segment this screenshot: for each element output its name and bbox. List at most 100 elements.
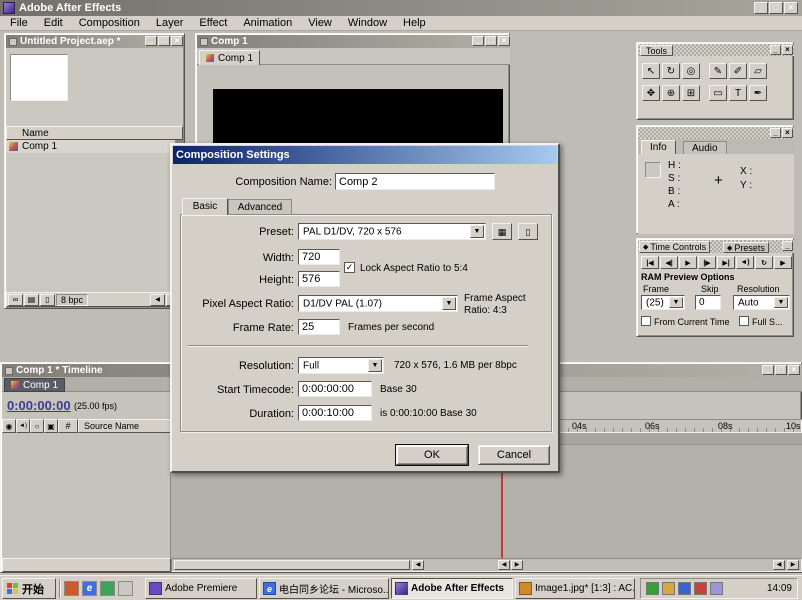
comp-maximize-icon[interactable]: □	[485, 36, 497, 46]
width-input[interactable]	[298, 249, 340, 265]
tab-presets[interactable]: ◆ Presets	[723, 242, 769, 253]
menu-animation[interactable]: Animation	[235, 16, 300, 30]
project-scroll-left-icon[interactable]: ◀	[150, 294, 165, 306]
tray-volume-icon[interactable]	[710, 582, 723, 595]
menu-file[interactable]: File	[2, 16, 36, 30]
dropdown-arrow-icon-2[interactable]: ▼	[774, 297, 788, 308]
timeline-maximize-icon[interactable]: □	[775, 365, 787, 375]
time-controls-collapse-icon[interactable]: _	[782, 241, 793, 251]
tab-info[interactable]: Info	[641, 140, 676, 154]
project-maximize-icon[interactable]: □	[158, 36, 170, 46]
selection-tool-button[interactable]: ↖	[642, 63, 660, 79]
pixel-aspect-ratio-dropdown[interactable]: D1/DV PAL (1.07) ▼	[298, 295, 458, 312]
quick-launch-pen-icon[interactable]	[64, 581, 79, 596]
type-tool-button[interactable]: T	[729, 85, 747, 101]
lock-aspect-checkbox[interactable]: ✓	[344, 262, 355, 273]
start-timecode-input[interactable]	[298, 381, 372, 397]
tray-pen-icon[interactable]	[662, 582, 675, 595]
app-maximize-icon[interactable]: □	[769, 2, 783, 14]
project-item-comp1[interactable]: Comp 1	[6, 140, 175, 153]
menu-composition[interactable]: Composition	[71, 16, 148, 30]
zoom-tool-button[interactable]: ⊕	[662, 85, 680, 101]
tab-audio[interactable]: Audio	[683, 141, 727, 154]
save-preset-icon[interactable]: ▦	[492, 223, 512, 240]
scrollbar-step-left-icon[interactable]: ◀	[412, 560, 424, 570]
tray-ime-icon[interactable]	[646, 582, 659, 595]
binoculars-icon[interactable]: ∞	[8, 294, 23, 306]
tab-time-controls[interactable]: ◆ Time Controls	[639, 241, 710, 253]
timeline-tab[interactable]: Comp 1	[4, 378, 65, 392]
info-close-icon[interactable]: ×	[782, 128, 793, 138]
resolution-dropdown[interactable]: Auto ▼	[733, 295, 790, 310]
pen-tool-button[interactable]: ✎	[709, 63, 727, 79]
solo-column-icon[interactable]: ○	[30, 419, 44, 433]
info-titlebar[interactable]: _ ×	[638, 127, 794, 139]
go-to-start-button[interactable]: |◀	[641, 256, 659, 269]
resolution-dialog-dropdown[interactable]: Full ▼	[298, 357, 384, 374]
quick-launch-green-icon[interactable]	[100, 581, 115, 596]
task-image-viewer[interactable]: Image1.jpg* [1:3] : AC...	[515, 578, 635, 599]
scrollbar-thumb[interactable]	[174, 560, 410, 570]
flowchart-icon[interactable]: ▤	[24, 294, 39, 306]
project-titlebar[interactable]: Untitled Project.aep * _ □ ×	[6, 35, 183, 48]
timeline-close-icon[interactable]: ×	[788, 365, 800, 375]
dialog-titlebar[interactable]: Composition Settings	[173, 146, 557, 164]
axis-mode-button[interactable]: ⊞	[682, 85, 700, 101]
brush-tool-button[interactable]: ✐	[729, 63, 747, 79]
cancel-button[interactable]: Cancel	[478, 445, 550, 465]
rectangle-mask-tool-button[interactable]: ▭	[709, 85, 727, 101]
ok-button[interactable]: OK	[396, 445, 468, 465]
app-close-icon[interactable]: ×	[784, 2, 798, 14]
zoom-out-handle-icon[interactable]: ◀	[498, 560, 510, 570]
project-close-icon[interactable]: ×	[171, 36, 183, 46]
dropdown-arrow-icon[interactable]: ▼	[669, 297, 683, 308]
menu-layer[interactable]: Layer	[148, 16, 192, 30]
eraser-tool-button[interactable]: ▱	[749, 63, 767, 79]
rotation-tool-button[interactable]: ↻	[662, 63, 680, 79]
tray-lang-icon[interactable]	[694, 582, 707, 595]
audio-toggle-button[interactable]: ◄)	[736, 256, 754, 269]
info-collapse-icon[interactable]: _	[770, 128, 781, 138]
current-timecode[interactable]: 0:00:00:00	[7, 398, 71, 413]
tools-close-icon[interactable]: ×	[782, 45, 793, 55]
tab-basic[interactable]: Basic	[182, 198, 228, 215]
trash-icon[interactable]: ▯	[40, 294, 55, 306]
loop-button[interactable]: ↻	[755, 256, 773, 269]
task-ie-forum[interactable]: e 电白同乡论坛 - Microso...	[259, 578, 389, 599]
timeline-scrollbar[interactable]: ◀ ◀ ▶ ◀ ▶	[171, 558, 802, 572]
menu-help[interactable]: Help	[395, 16, 434, 30]
app-titlebar[interactable]: Adobe After Effects _ □ ×	[0, 0, 802, 16]
orbit-camera-tool-button[interactable]: ◎	[682, 63, 700, 79]
dropdown-arrow-icon-5[interactable]: ▼	[368, 359, 382, 372]
eye-column-icon[interactable]: ◉	[2, 419, 16, 433]
scrollbar-right-arrow-icon[interactable]: ▶	[787, 560, 799, 570]
hash-column-header[interactable]: #	[58, 419, 78, 433]
preset-dropdown[interactable]: PAL D1/DV, 720 x 576 ▼	[298, 223, 486, 240]
source-name-column-header[interactable]: Source Name	[78, 419, 171, 433]
frame-rate-input[interactable]	[298, 319, 340, 335]
tab-advanced[interactable]: Advanced	[228, 199, 292, 215]
lock-column-icon[interactable]: ▣	[44, 419, 58, 433]
full-screen-checkbox[interactable]	[739, 316, 749, 326]
ram-preview-button[interactable]: ▶	[774, 256, 792, 269]
duration-input[interactable]	[298, 405, 372, 421]
menu-window[interactable]: Window	[340, 16, 395, 30]
bpc-indicator[interactable]: 8 bpc	[56, 294, 88, 306]
quick-launch-ie-icon[interactable]: e	[82, 581, 97, 596]
comp-minimize-icon[interactable]: _	[472, 36, 484, 46]
eyedropper-tool-button[interactable]: ✒	[749, 85, 767, 101]
project-name-header[interactable]: Name	[6, 126, 183, 140]
tray-clock[interactable]: 14:09	[767, 583, 792, 594]
composition-name-input[interactable]	[335, 173, 495, 190]
project-minimize-icon[interactable]: _	[145, 36, 157, 46]
go-to-end-button[interactable]: ▶|	[717, 256, 735, 269]
dropdown-arrow-icon-4[interactable]: ▼	[442, 297, 456, 310]
tools-tab[interactable]: Tools	[640, 45, 673, 56]
task-adobe-premiere[interactable]: Adobe Premiere	[145, 578, 257, 599]
menu-edit[interactable]: Edit	[36, 16, 71, 30]
menu-effect[interactable]: Effect	[191, 16, 235, 30]
tools-titlebar[interactable]: Tools _ ×	[638, 44, 794, 56]
hand-tool-button[interactable]: ✥	[642, 85, 660, 101]
zoom-in-handle-icon[interactable]: ▶	[511, 560, 523, 570]
start-button[interactable]: 开始	[2, 578, 56, 599]
